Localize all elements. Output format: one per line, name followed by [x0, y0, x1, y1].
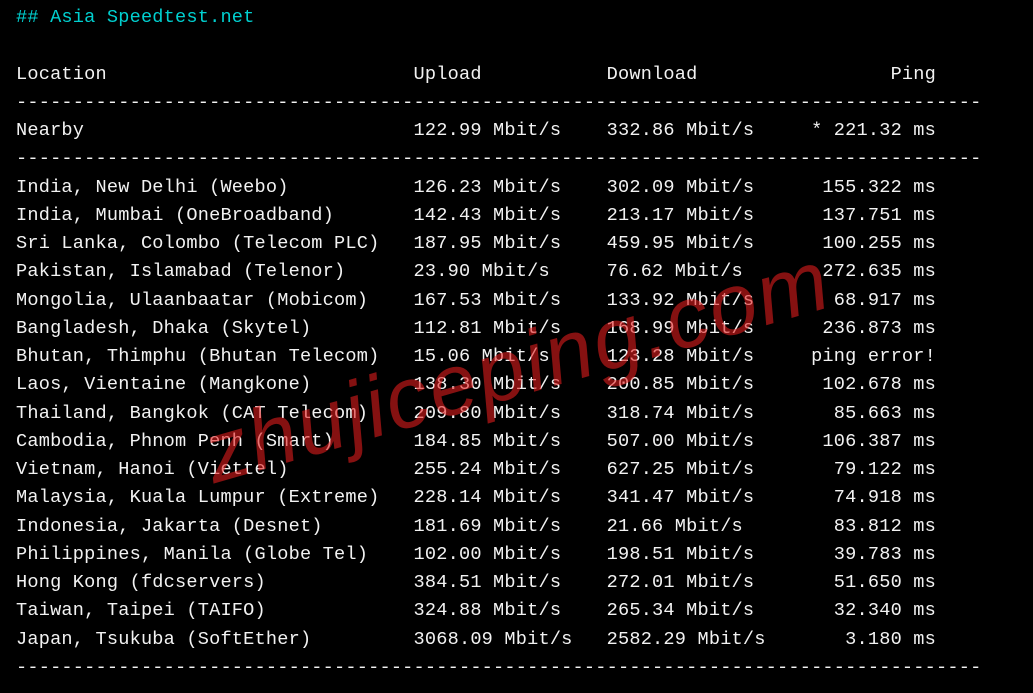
section-title: ## Asia Speedtest.net [16, 7, 255, 28]
terminal-output: ## Asia Speedtest.net Location Upload Do… [0, 0, 1033, 690]
speedtest-table: Location Upload Download Ping ----------… [16, 64, 981, 678]
